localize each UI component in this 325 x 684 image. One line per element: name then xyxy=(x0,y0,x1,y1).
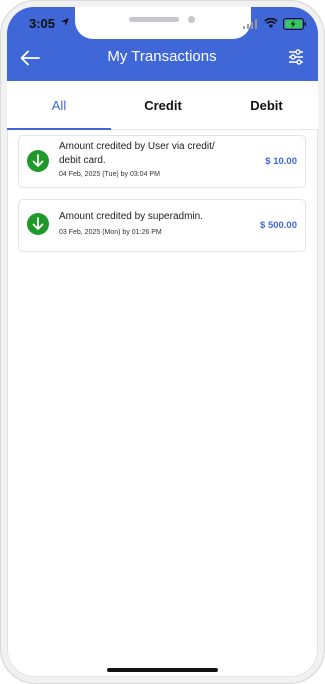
transaction-card[interactable]: Amount credited by superadmin. 03 Feb, 2… xyxy=(18,199,306,252)
transaction-date: 03 Feb, 2025 (Mon) by 01:26 PM xyxy=(59,229,162,236)
transaction-card[interactable]: Amount credited by User via credit/ debi… xyxy=(18,135,306,188)
transaction-amount: $ 10.00 xyxy=(265,156,297,167)
page-title: My Transactions xyxy=(107,48,217,65)
signal-icon xyxy=(243,19,257,29)
location-arrow-icon xyxy=(61,18,69,26)
home-indicator[interactable] xyxy=(107,668,218,672)
credit-arrow-down-icon xyxy=(27,213,49,235)
arrow-down-icon xyxy=(32,154,44,167)
credit-arrow-down-icon xyxy=(27,150,49,172)
transaction-amount: $ 500.00 xyxy=(260,220,297,231)
tab-all[interactable]: All xyxy=(7,81,111,130)
status-bar: 3:05 xyxy=(7,7,318,43)
camera xyxy=(188,16,195,23)
transaction-description: Amount credited by User via credit/ debi… xyxy=(59,141,215,166)
tab-credit[interactable]: Credit xyxy=(111,81,215,129)
status-time: 3:05 xyxy=(29,16,56,31)
notch xyxy=(75,7,251,39)
transaction-description: Amount credited by superadmin. xyxy=(59,211,203,222)
phone-frame: 3:05 My Transactions All Credit Debit Am… xyxy=(0,0,325,684)
tab-bar: All Credit Debit xyxy=(7,81,318,130)
transaction-date: 04 Feb, 2025 (Tue) by 03:04 PM xyxy=(59,171,160,178)
speaker xyxy=(129,17,179,22)
wifi-icon xyxy=(264,18,278,28)
battery-icon xyxy=(283,18,306,30)
filter-sliders-icon[interactable] xyxy=(287,48,305,66)
arrow-down-icon xyxy=(32,217,44,230)
tab-debit[interactable]: Debit xyxy=(215,81,318,129)
